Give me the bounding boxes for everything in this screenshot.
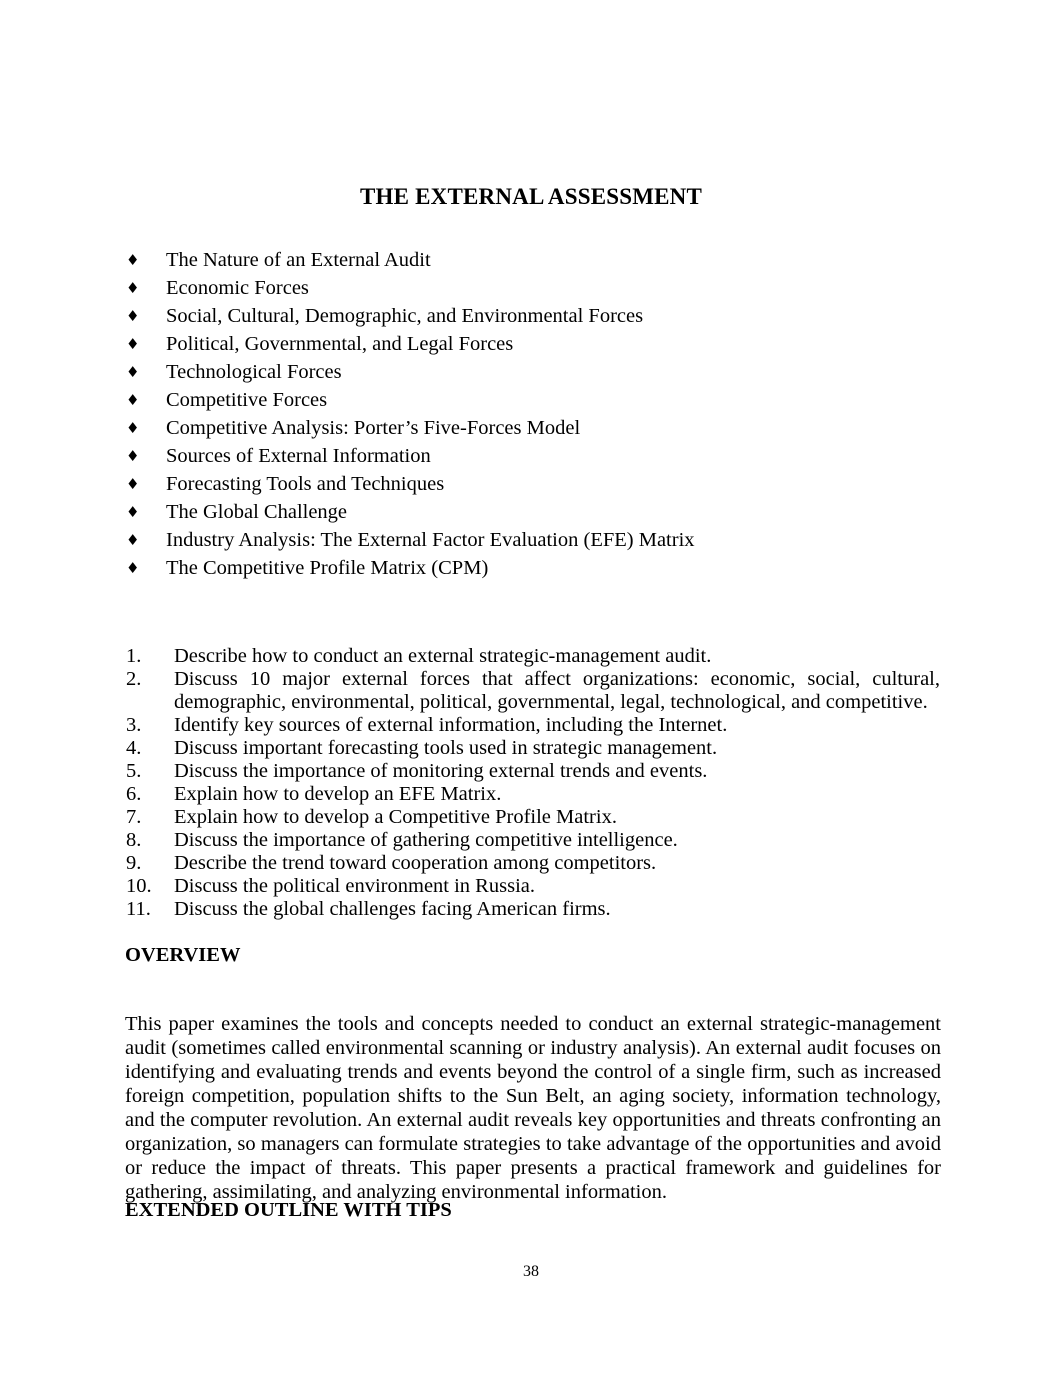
document-page: THE EXTERNAL ASSESSMENT ♦ The Nature of a… xyxy=(0,0,1062,1377)
topic-label: Economic Forces xyxy=(166,277,309,299)
topic-label: The Global Challenge xyxy=(166,501,348,523)
list-item: 11. Discuss the global challenges facing … xyxy=(126,898,940,921)
topics-bullet-list: ♦ The Nature of an External Audit ♦ Economi… xyxy=(126,246,956,582)
objective-text: Discuss 10 major external forces that af… xyxy=(174,668,940,713)
topic-label: Forecasting Tools and Techniques xyxy=(166,473,445,495)
topic-label: Industry Analysis: The External Factor E… xyxy=(166,529,695,551)
diamond-bullet-icon: ♦ xyxy=(126,363,140,381)
list-item-number: 3. xyxy=(126,714,142,736)
list-item: ♦ Competitive Analysis: Porter’s Five-For… xyxy=(126,414,956,442)
list-item: 5. Discuss the importance of monitoring e… xyxy=(126,760,940,783)
objective-text: Discuss the political environment in Rus… xyxy=(174,875,535,897)
list-item: 10. Discuss the political environment in … xyxy=(126,875,940,898)
objective-text: Describe the trend toward cooperation am… xyxy=(174,852,657,874)
topic-label: Competitive Forces xyxy=(166,389,328,411)
diamond-bullet-icon: ♦ xyxy=(126,279,140,297)
list-item: ♦ Economic Forces xyxy=(126,274,956,302)
list-item-number: 10. xyxy=(126,875,152,897)
diamond-bullet-icon: ♦ xyxy=(126,503,140,521)
topic-label: The Competitive Profile Matrix (CPM) xyxy=(166,557,489,579)
diamond-bullet-icon: ♦ xyxy=(126,475,140,493)
diamond-bullet-icon: ♦ xyxy=(126,307,140,325)
page-number-footer: 38 xyxy=(523,1263,539,1280)
diamond-bullet-icon: ♦ xyxy=(126,251,140,269)
list-item-number: 6. xyxy=(126,783,142,805)
objective-text: Explain how to develop an EFE Matrix. xyxy=(174,783,502,805)
diamond-bullet-icon: ♦ xyxy=(126,447,140,465)
list-item: 3. Identify key sources of external infor… xyxy=(126,714,940,737)
list-item: ♦ Social, Cultural, Demographic, and Envi… xyxy=(126,302,956,330)
objective-text: Describe how to conduct an external stra… xyxy=(174,645,712,667)
list-item: 9. Describe the trend toward cooperation … xyxy=(126,852,940,875)
topic-label: The Nature of an External Audit xyxy=(166,249,431,271)
list-item: ♦ Forecasting Tools and Techniques xyxy=(126,470,956,498)
list-item: ♦ The Competitive Profile Matrix (CPM) xyxy=(126,554,956,582)
diamond-bullet-icon: ♦ xyxy=(126,419,140,437)
objective-text: Discuss the importance of gathering comp… xyxy=(174,829,678,851)
topic-label: Social, Cultural, Demographic, and Envir… xyxy=(166,305,644,327)
topic-label: Competitive Analysis: Porter’s Five-Forc… xyxy=(166,417,581,439)
list-item: 1. Describe how to conduct an external st… xyxy=(126,645,940,668)
list-item-number: 4. xyxy=(126,737,142,759)
objective-text: Explain how to develop a Competitive Pro… xyxy=(174,806,617,828)
page-title: THE EXTERNAL ASSESSMENT xyxy=(359,184,703,210)
list-item-number: 8. xyxy=(126,829,142,851)
list-item: ♦ The Nature of an External Audit xyxy=(126,246,956,274)
list-item: 2. Discuss 10 major external forces that … xyxy=(126,668,940,714)
objective-text: Identify key sources of external informa… xyxy=(174,714,728,736)
diamond-bullet-icon: ♦ xyxy=(126,531,140,549)
topic-label: Technological Forces xyxy=(166,361,342,383)
list-item-number: 11. xyxy=(126,898,151,920)
list-item-number: 2. xyxy=(126,668,142,690)
list-item: ♦ Industry Analysis: The External Factor … xyxy=(126,526,956,554)
overview-paragraph: This paper examines the tools and concep… xyxy=(125,1012,941,1203)
list-item-number: 5. xyxy=(126,760,142,782)
list-item: 7. Explain how to develop a Competitive P… xyxy=(126,806,940,829)
diamond-bullet-icon: ♦ xyxy=(126,391,140,409)
objective-text: Discuss the importance of monitoring ext… xyxy=(174,760,708,782)
list-item: ♦ Competitive Forces xyxy=(126,386,956,414)
list-item: ♦ Political, Governmental, and Legal Forc… xyxy=(126,330,956,358)
list-item-number: 7. xyxy=(126,806,142,828)
objective-text: Discuss the global challenges facing Ame… xyxy=(174,898,611,920)
list-item-number: 1. xyxy=(126,645,142,667)
list-item: 8. Discuss the importance of gathering co… xyxy=(126,829,940,852)
list-item: ♦ Sources of External Information xyxy=(126,442,956,470)
overview-heading: OVERVIEW xyxy=(125,944,241,966)
topic-label: Political, Governmental, and Legal Force… xyxy=(166,333,514,355)
objective-text: Discuss important forecasting tools used… xyxy=(174,737,718,759)
diamond-bullet-icon: ♦ xyxy=(126,335,140,353)
list-item: ♦ The Global Challenge xyxy=(126,498,956,526)
list-item-number: 9. xyxy=(126,852,142,874)
diamond-bullet-icon: ♦ xyxy=(126,559,140,577)
list-item: 4. Discuss important forecasting tools us… xyxy=(126,737,940,760)
list-item: ♦ Technological Forces xyxy=(126,358,956,386)
topic-label: Sources of External Information xyxy=(166,445,431,467)
extended-outline-heading: EXTENDED OUTLINE WITH TIPS xyxy=(125,1199,452,1221)
learning-objectives-list: 1. Describe how to conduct an external st… xyxy=(126,645,940,921)
list-item: 6. Explain how to develop an EFE Matrix. xyxy=(126,783,940,806)
